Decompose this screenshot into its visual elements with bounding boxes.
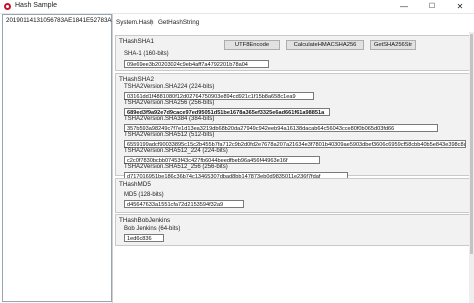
- bob-jenkins-group: THashBobJenkins Bob Jenkins (64-bits) 1e…: [115, 214, 471, 246]
- input-text: 20190114131056783AE1841E52783A: [6, 17, 112, 24]
- sha224-field[interactable]: 03161dd1f4881080f12d02764750903e894cd921…: [124, 92, 314, 100]
- calculate-hmac-sha256-button[interactable]: CalculateHMACSHA256: [286, 40, 364, 50]
- sha2-group: THashSHA2 TSHA2Version.SHA224 (224-bits)…: [115, 73, 471, 180]
- bob-jenkins-label: Bob Jenkins (64-bits): [124, 226, 181, 232]
- tab-bar: System.Hash | GetHashString: [113, 15, 474, 31]
- sha1-field[interactable]: 09e69ee3b20203024c9eb4aff7a4792201b78a04: [124, 60, 269, 68]
- bob-jenkins-group-title: THashBobJenkins: [119, 217, 171, 224]
- sha384-label: TSHA2Version.SHA384 (384-bits): [124, 116, 215, 122]
- close-button[interactable]: ✕: [446, 0, 474, 13]
- sha256-field[interactable]: 689ed3f9a92e7d9cace97ed95051d51be1678a36…: [124, 108, 330, 116]
- bob-jenkins-field[interactable]: 1ed6c836: [124, 234, 164, 242]
- utf8-encode-button[interactable]: UTF8Encode: [224, 40, 280, 50]
- sha512-field[interactable]: 6559199adcf90033895c15c2b455b7fa712c9b2d…: [124, 140, 466, 148]
- vertical-scrollbar[interactable]: [469, 32, 474, 303]
- title-bar: Hash Sample — ☐ ✕: [0, 0, 474, 14]
- sha256-label: TSHA2Version.SHA256 (256-bits): [124, 100, 215, 106]
- hash-scroll-area[interactable]: THashSHA1 UTF8Encode CalculateHMACSHA256…: [113, 32, 474, 303]
- sha224-label: TSHA2Version.SHA224 (224-bits): [124, 84, 215, 90]
- sha2-group-title: THashSHA2: [119, 76, 154, 83]
- sha1-group-title: THashSHA1: [119, 38, 154, 45]
- maximize-button[interactable]: ☐: [418, 0, 446, 13]
- sha1-group: THashSHA1 UTF8Encode CalculateHMACSHA256…: [115, 35, 471, 71]
- sha1-label: SHA-1 (160-bits): [124, 51, 169, 57]
- sha512-224-label: TSHA2Version.SHA512_224 (224-bits): [124, 148, 228, 154]
- tab-separator: |: [151, 19, 153, 26]
- sha512-224-field[interactable]: c2c0f7830bcbb07453f43c427fb6044beedfbeb9…: [124, 156, 320, 164]
- md5-group-title: THashMD5: [119, 181, 151, 188]
- scrollbar-thumb[interactable]: [470, 34, 473, 254]
- window-title: Hash Sample: [15, 2, 58, 9]
- tab-get-hash-string[interactable]: GetHashString: [158, 19, 199, 26]
- get-sha256-str-button[interactable]: GetSHA256Str: [370, 40, 416, 50]
- sha512-label: TSHA2Version.SHA512 (512-bits): [124, 132, 215, 138]
- md5-group: THashMD5 MD5 (128-bits) d45647633a1551cf…: [115, 178, 471, 213]
- minimize-button[interactable]: —: [390, 0, 418, 13]
- sha384-field[interactable]: 357b593a98249c7f7e1d13ea3219db68b20da279…: [124, 124, 438, 132]
- app-icon: [4, 3, 11, 10]
- tab-system-hash[interactable]: System.Hash: [116, 19, 153, 26]
- sha512-256-label: TSHA2Version.SHA512_256 (256-bits): [124, 164, 228, 170]
- md5-field[interactable]: d45647633a1551cfa72d2153594f32a9: [124, 200, 244, 208]
- md5-label: MD5 (128-bits): [124, 192, 164, 198]
- input-memo[interactable]: 20190114131056783AE1841E52783A: [2, 14, 112, 302]
